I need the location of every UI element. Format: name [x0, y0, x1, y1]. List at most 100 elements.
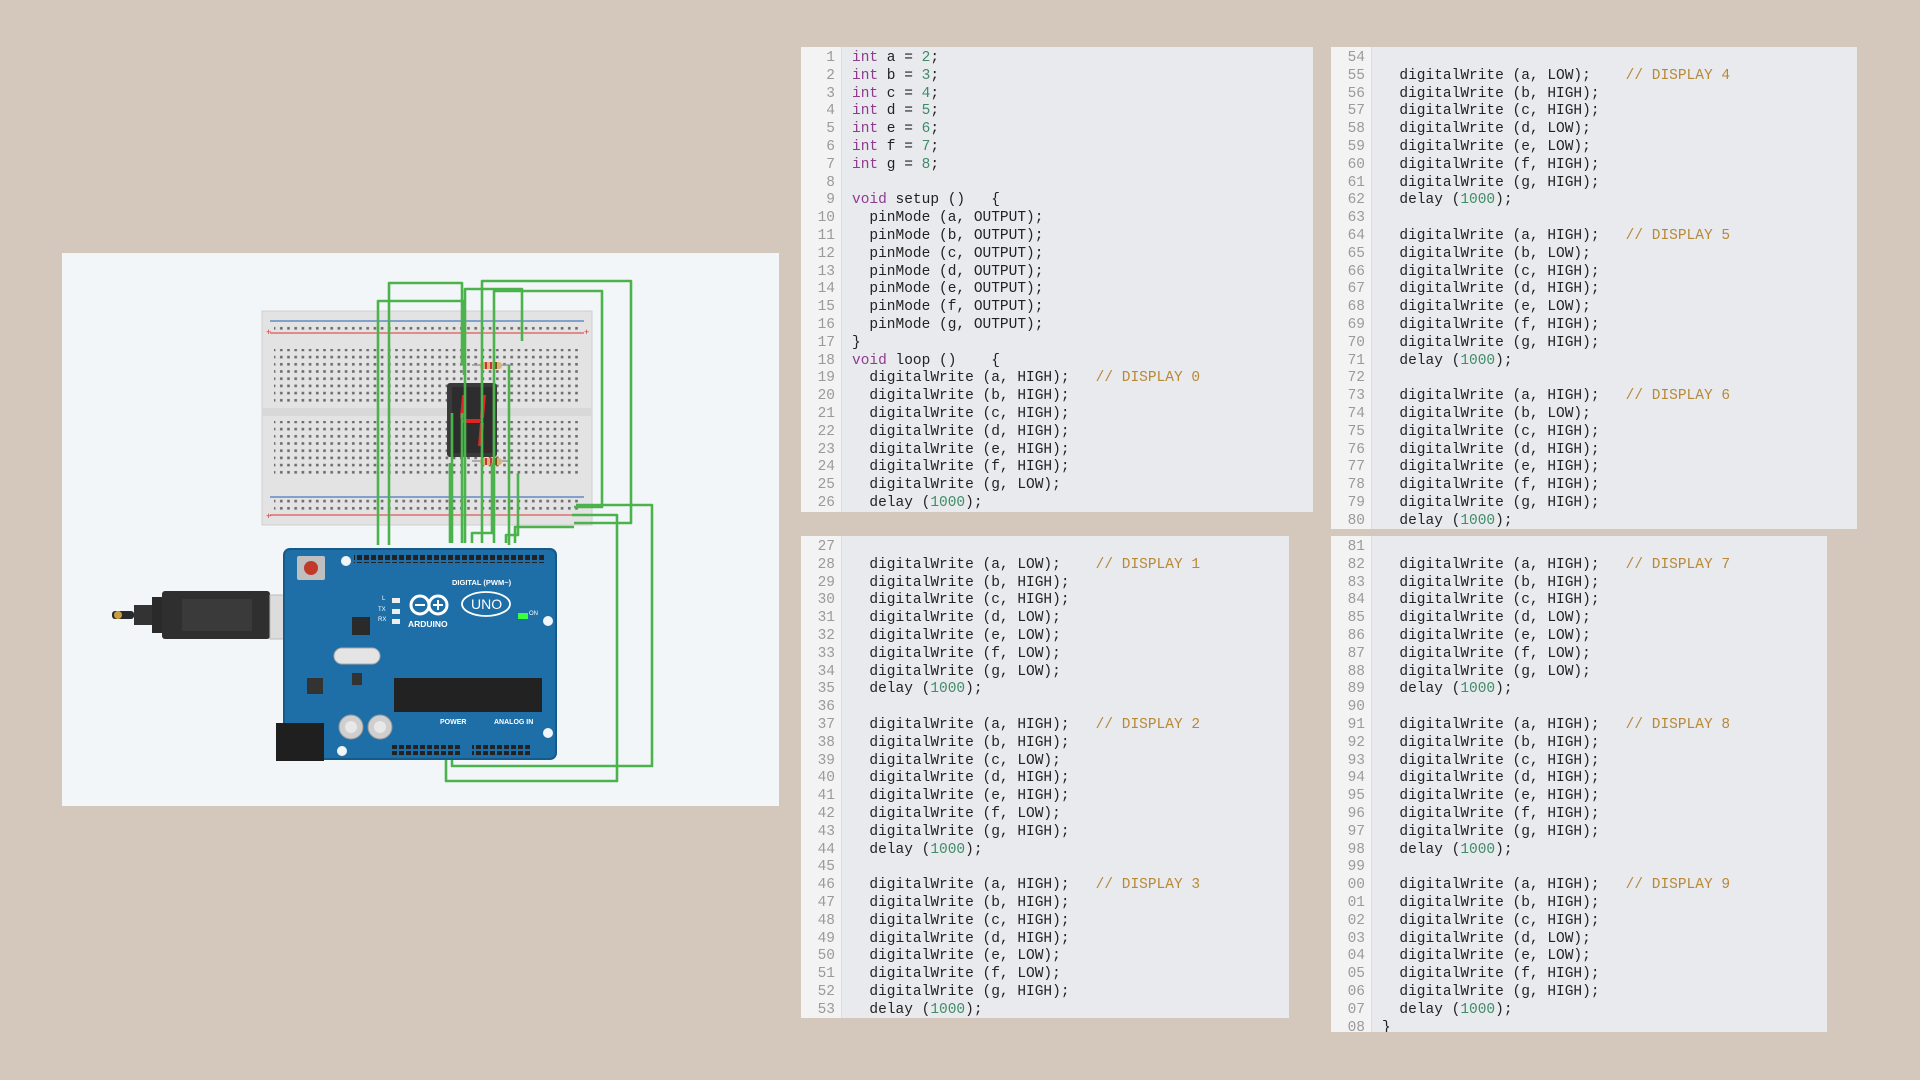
code-line: 53 delay (1000); — [801, 1001, 1289, 1018]
code-token: digitalWrite (e, HIGH); — [1382, 788, 1600, 805]
line-number: 20 — [817, 388, 835, 405]
code-token: digitalWrite (f, HIGH); — [1382, 477, 1600, 494]
line-number: 54 — [1347, 50, 1365, 66]
line-number: 75 — [1347, 423, 1365, 440]
line-number: 77 — [1347, 459, 1365, 476]
code-token: ); — [965, 495, 983, 511]
code-panel-lines-81-108[interactable]: 81 82 digitalWrite (a, HIGH); // DISPLAY … — [1331, 536, 1827, 1032]
code-token: digitalWrite (c, HIGH); — [1382, 103, 1600, 120]
code-line: 97 digitalWrite (g, HIGH); — [1331, 823, 1827, 841]
line-number: 36 — [817, 699, 835, 716]
code-text: int f = 7; — [852, 138, 939, 156]
code-token: digitalWrite (d, HIGH); — [1382, 441, 1600, 458]
code-text: digitalWrite (d, HIGH); — [1382, 280, 1599, 298]
code-text: digitalWrite (e, LOW); — [1382, 627, 1590, 645]
code-comment: // DISPLAY 8 — [1625, 717, 1731, 733]
code-token: digitalWrite (g, LOW); — [1382, 663, 1591, 680]
line-number: 66 — [1347, 263, 1365, 280]
code-line: 12 pinMode (c, OUTPUT); — [801, 245, 1313, 263]
line-number: 25 — [817, 477, 835, 494]
code-line: 69 digitalWrite (f, HIGH); — [1331, 316, 1857, 334]
code-line: 41 digitalWrite (e, HIGH); — [801, 787, 1289, 805]
line-number: 9 — [826, 192, 835, 209]
line-number: 35 — [817, 681, 835, 698]
code-token: delay ( — [1382, 352, 1461, 369]
code-token: pinMode (c, OUTPUT); — [852, 245, 1044, 262]
line-number: 32 — [817, 628, 835, 644]
line-number: 31 — [817, 610, 835, 627]
code-line: 35 delay (1000); — [801, 680, 1289, 698]
line-number: 55 — [1347, 67, 1365, 84]
code-token: digitalWrite (g, HIGH); — [1382, 174, 1600, 191]
code-text: digitalWrite (c, HIGH); — [852, 591, 1069, 609]
line-number: 5 — [826, 121, 835, 138]
arduino-uno-board[interactable] — [276, 548, 557, 761]
breadboard[interactable]: + + + — [261, 310, 593, 526]
code-text: digitalWrite (e, HIGH); — [1382, 787, 1600, 805]
code-line: 36 — [801, 698, 1289, 716]
code-token: pinMode (b, OUTPUT); — [852, 228, 1044, 244]
code-line: 08} — [1331, 1019, 1827, 1032]
code-line: 16 pinMode (g, OUTPUT); — [801, 316, 1313, 334]
code-line: 63 — [1331, 209, 1857, 227]
code-line: 62 delay (1000); — [1331, 191, 1857, 209]
line-number: 88 — [1347, 663, 1365, 680]
code-line: 01 digitalWrite (b, HIGH); — [1331, 894, 1827, 912]
line-number: 01 — [1347, 895, 1365, 911]
line-number: 71 — [1347, 352, 1365, 369]
code-text: digitalWrite (b, HIGH); — [1382, 894, 1599, 912]
code-text: digitalWrite (c, HIGH); — [1382, 591, 1599, 609]
code-keyword: int — [852, 50, 879, 66]
code-text: digitalWrite (d, HIGH); — [1382, 769, 1599, 787]
code-line: 95 digitalWrite (e, HIGH); — [1331, 787, 1827, 805]
code-text: digitalWrite (f, HIGH); — [1382, 965, 1599, 983]
code-line: 29 digitalWrite (b, HIGH); — [801, 574, 1289, 592]
code-panel-lines-27-53[interactable]: 27 28 digitalWrite (a, LOW); // DISPLAY 1… — [801, 536, 1289, 1018]
code-token: digitalWrite (a, HIGH); — [1382, 877, 1626, 894]
code-token: ; — [930, 121, 940, 138]
line-number: 24 — [817, 459, 835, 476]
code-line: 05 digitalWrite (f, HIGH); — [1331, 965, 1827, 983]
code-line: 39 digitalWrite (c, LOW); — [801, 752, 1289, 770]
code-line: 04 digitalWrite (e, LOW); — [1331, 947, 1827, 965]
code-token: digitalWrite (d, LOW); — [1382, 930, 1591, 947]
line-number: 84 — [1347, 592, 1365, 609]
line-number: 49 — [817, 930, 835, 947]
code-token: digitalWrite (e, LOW); — [1382, 948, 1591, 965]
code-panel-lines-54-80[interactable]: 54 55 digitalWrite (a, LOW); // DISPLAY 4… — [1331, 47, 1857, 529]
code-token: digitalWrite (f, LOW); — [852, 645, 1061, 662]
code-line: 20 digitalWrite (b, HIGH); — [801, 387, 1313, 405]
line-number: 37 — [817, 717, 835, 733]
code-token: loop () { — [886, 352, 1000, 369]
line-number: 08 — [1347, 1019, 1365, 1032]
code-token: digitalWrite (g, HIGH); — [852, 823, 1070, 840]
code-line: 44 delay (1000); — [801, 841, 1289, 859]
line-number: 40 — [817, 770, 835, 787]
line-number: 05 — [1347, 966, 1365, 983]
code-line: 40 digitalWrite (d, HIGH); — [801, 769, 1289, 787]
code-text: digitalWrite (c, HIGH); — [852, 912, 1069, 930]
code-text: digitalWrite (c, HIGH); — [1382, 752, 1599, 770]
circuit-canvas[interactable]: + + + DIGITAL (PWM~) ARDUINO UNO L TX RX… — [62, 253, 779, 806]
line-number: 19 — [817, 370, 835, 387]
code-token: e = — [878, 121, 922, 138]
code-text: int c = 4; — [852, 85, 939, 103]
code-token: digitalWrite (c, HIGH); — [1382, 912, 1600, 929]
code-text: digitalWrite (e, LOW); — [852, 627, 1060, 645]
line-number: 47 — [817, 895, 835, 911]
code-number: 1000 — [930, 841, 966, 858]
code-token: digitalWrite (e, HIGH); — [852, 441, 1070, 458]
code-comment: // DISPLAY 6 — [1625, 388, 1731, 405]
line-number: 86 — [1347, 628, 1365, 644]
code-line: 58 digitalWrite (d, LOW); — [1331, 120, 1857, 138]
code-comment: // DISPLAY 9 — [1625, 877, 1731, 894]
code-token: digitalWrite (a, LOW); — [852, 556, 1096, 573]
line-number: 98 — [1347, 841, 1365, 858]
code-panel-lines-1-26[interactable]: 1 int a = 2; 2 int b = 3; 3 int c = 4; 4 int d … — [801, 47, 1313, 512]
line-number: 17 — [817, 334, 835, 351]
line-number: 29 — [817, 574, 835, 591]
seven-segment-display[interactable] — [447, 383, 497, 457]
code-text: digitalWrite (f, HIGH); — [1382, 156, 1599, 174]
board-rx-label: RX — [378, 617, 387, 623]
code-token: setup () { — [886, 192, 1000, 209]
